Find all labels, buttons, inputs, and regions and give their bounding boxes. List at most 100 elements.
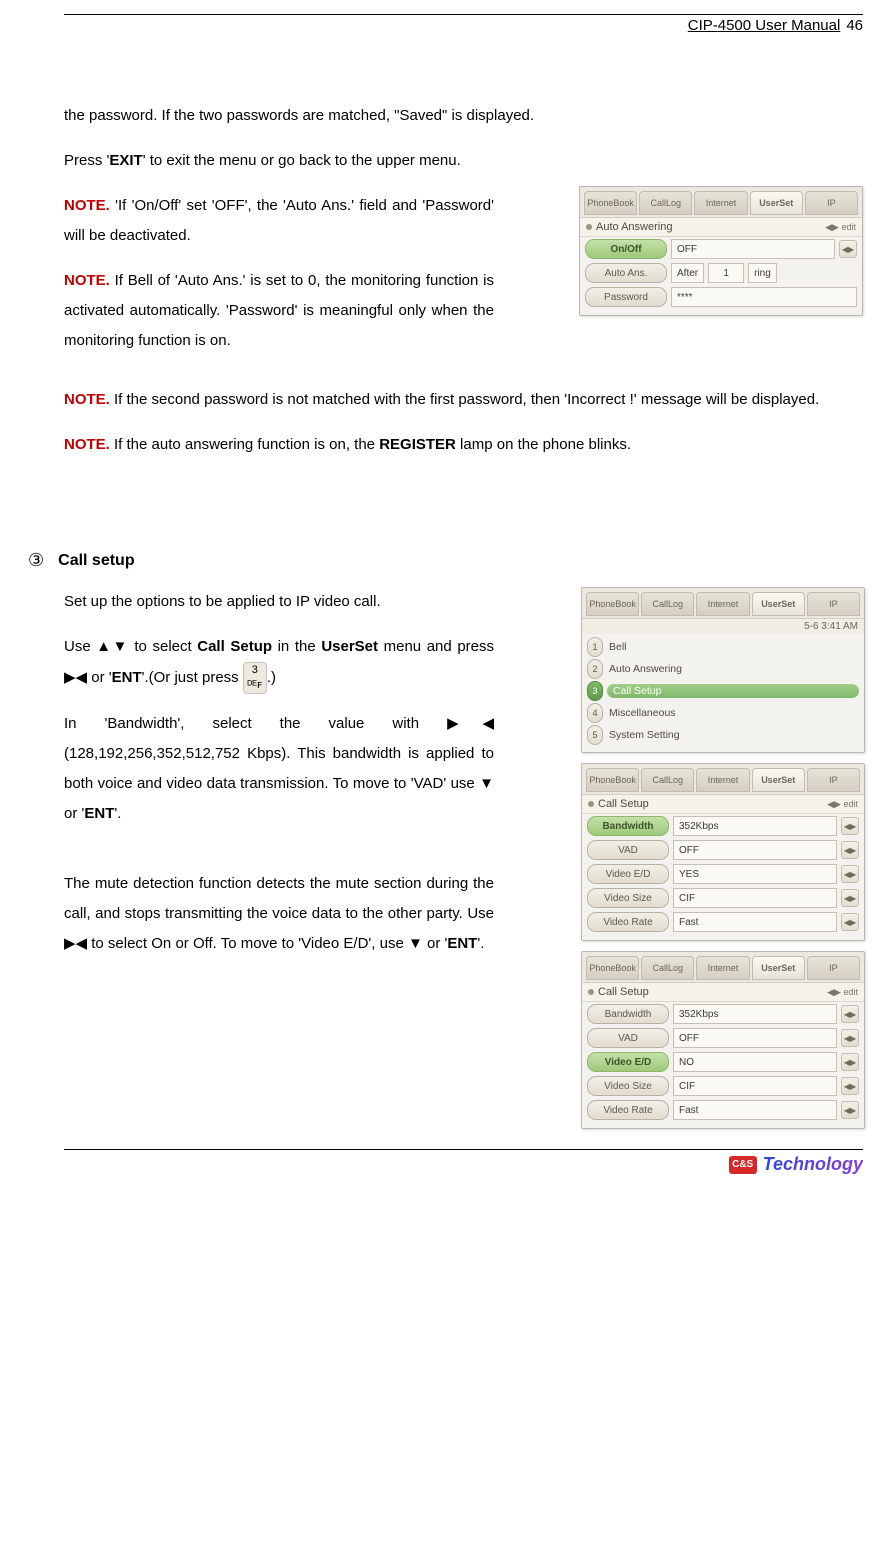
setting-row-bandwidth: Bandwidth 352Kbps ◀▶ — [582, 814, 864, 838]
setting-value[interactable]: NO — [673, 1052, 837, 1072]
setting-label[interactable]: VAD — [587, 1028, 669, 1048]
menu-number: 1 — [587, 637, 603, 657]
tab-calllog[interactable]: CallLog — [639, 191, 692, 215]
page-footer: C&S Technology — [64, 1154, 863, 1175]
setting-value[interactable]: Fast — [673, 1100, 837, 1120]
register-word: REGISTER — [379, 436, 456, 453]
tab-userset[interactable]: UserSet — [752, 956, 805, 980]
tab-userset[interactable]: UserSet — [752, 592, 805, 616]
setting-label[interactable]: Password — [585, 287, 667, 307]
setting-value[interactable]: YES — [673, 864, 837, 884]
arrow-button[interactable]: ◀▶ — [841, 1005, 859, 1023]
tab-label: Internet — [708, 599, 739, 609]
arrow-button[interactable]: ◀▶ — [841, 1077, 859, 1095]
setting-label[interactable]: VAD — [587, 840, 669, 860]
paragraph-mute-detection: The mute detection function detects the … — [64, 869, 494, 959]
note-2: NOTE. If Bell of 'Auto Ans.' is set to 0… — [64, 266, 494, 356]
setting-value[interactable]: CIF — [673, 1076, 837, 1096]
menu-number: 5 — [587, 725, 603, 745]
tab-phonebook[interactable]: PhoneBook — [584, 191, 637, 215]
tab-label: PhoneBook — [589, 599, 636, 609]
call-setup-text-column: Set up the options to be applied to IP v… — [64, 587, 494, 959]
menu-item-miscellaneous[interactable]: 4 Miscellaneous — [582, 702, 864, 724]
manual-page: CIP-4500 User Manual 46 PhoneBook CallLo… — [0, 0, 887, 1558]
arrow-button[interactable]: ◀▶ — [841, 1053, 859, 1071]
paragraph-select-call-setup: Use ▲▼ to select Call Setup in the UserS… — [64, 632, 494, 694]
setting-row-password: Password **** — [580, 285, 862, 309]
arrow-button[interactable]: ◀▶ — [841, 1101, 859, 1119]
arrow-button[interactable]: ◀▶ — [841, 841, 859, 859]
text-bold: ENT — [84, 805, 114, 822]
setting-value[interactable]: OFF — [673, 1028, 837, 1048]
arrow-button[interactable]: ◀▶ — [841, 889, 859, 907]
tab-phonebook[interactable]: PhoneBook — [586, 956, 639, 980]
arrow-button[interactable]: ◀▶ — [841, 817, 859, 835]
setting-value[interactable]: 352Kbps — [673, 816, 837, 836]
tab-label: UserSet — [761, 775, 795, 785]
tab-internet[interactable]: Internet — [696, 956, 749, 980]
screen-title-row: Call Setup ◀▶ edit — [582, 795, 864, 814]
tab-calllog[interactable]: CallLog — [641, 956, 694, 980]
setting-value-number[interactable]: 1 — [708, 263, 744, 283]
tab-calllog[interactable]: CallLog — [641, 592, 694, 616]
note-1: NOTE. 'If 'On/Off' set 'OFF', the 'Auto … — [64, 191, 494, 251]
key-3-icon: 3 ᴰᴱꜰ — [243, 662, 267, 694]
text: '.(Or just press — [142, 669, 243, 686]
tab-ip[interactable]: IP — [805, 191, 858, 215]
setting-label[interactable]: On/Off — [585, 239, 667, 259]
tab-ip[interactable]: IP — [807, 956, 860, 980]
text-bold: ENT — [447, 935, 477, 952]
setting-label[interactable]: Video Rate — [587, 912, 669, 932]
arrow-button[interactable]: ◀▶ — [841, 913, 859, 931]
edit-hint: ◀▶ edit — [827, 987, 858, 998]
tab-userset[interactable]: UserSet — [752, 768, 805, 792]
tab-internet[interactable]: Internet — [694, 191, 747, 215]
setting-label[interactable]: Video E/D — [587, 1052, 669, 1072]
setting-label[interactable]: Video Size — [587, 1076, 669, 1096]
header-rule — [64, 14, 863, 15]
setting-value[interactable]: **** — [671, 287, 857, 307]
setting-label[interactable]: Bandwidth — [587, 1004, 669, 1024]
setting-value[interactable]: OFF — [673, 840, 837, 860]
tab-userset[interactable]: UserSet — [750, 191, 803, 215]
tab-label: IP — [829, 775, 838, 785]
setting-label[interactable]: Video Size — [587, 888, 669, 908]
setting-value[interactable]: OFF — [671, 239, 835, 259]
setting-value[interactable]: 352Kbps — [673, 1004, 837, 1024]
setting-value[interactable]: Fast — [673, 912, 837, 932]
note-body: If the auto answering function is on, th… — [110, 436, 379, 453]
device-tabs: PhoneBook CallLog Internet UserSet IP — [580, 187, 862, 218]
setting-label[interactable]: Bandwidth — [587, 816, 669, 836]
setting-value[interactable]: CIF — [673, 888, 837, 908]
arrow-button[interactable]: ◀▶ — [841, 1029, 859, 1047]
menu-item-bell[interactable]: 1 Bell — [582, 636, 864, 658]
text: in the — [272, 638, 321, 655]
logo-badge: C&S — [729, 1156, 757, 1174]
arrow-button[interactable]: ◀▶ — [839, 240, 857, 258]
setting-label[interactable]: Video Rate — [587, 1100, 669, 1120]
note-3: NOTE. If the second password is not matc… — [64, 385, 863, 415]
setting-label[interactable]: Video E/D — [587, 864, 669, 884]
arrow-button[interactable]: ◀▶ — [841, 865, 859, 883]
note-body: If the second password is not matched wi… — [110, 391, 819, 408]
tab-internet[interactable]: Internet — [696, 592, 749, 616]
tab-phonebook[interactable]: PhoneBook — [586, 768, 639, 792]
menu-item-call-setup[interactable]: 3 Call Setup — [582, 680, 864, 702]
tab-phonebook[interactable]: PhoneBook — [586, 592, 639, 616]
menu-label: Call Setup — [607, 684, 859, 698]
menu-label: System Setting — [607, 729, 859, 741]
note-body: lamp on the phone blinks. — [456, 436, 631, 453]
menu-item-auto-answering[interactable]: 2 Auto Answering — [582, 658, 864, 680]
device-screenshot-auto-answering: PhoneBook CallLog Internet UserSet IP Au… — [579, 186, 863, 316]
setting-row-video-size: Video Size CIF ◀▶ — [582, 886, 864, 910]
tab-ip[interactable]: IP — [807, 768, 860, 792]
device-tabs: PhoneBook CallLog Internet UserSet IP — [582, 588, 864, 619]
setting-label[interactable]: Auto Ans. — [585, 263, 667, 283]
note-label: NOTE. — [64, 197, 110, 214]
tab-ip[interactable]: IP — [807, 592, 860, 616]
setting-row-video-rate: Video Rate Fast ◀▶ — [582, 1098, 864, 1122]
tab-internet[interactable]: Internet — [696, 768, 749, 792]
menu-item-system-setting[interactable]: 5 System Setting — [582, 724, 864, 746]
tab-calllog[interactable]: CallLog — [641, 768, 694, 792]
setting-row-autoans: Auto Ans. After 1 ring — [580, 261, 862, 285]
